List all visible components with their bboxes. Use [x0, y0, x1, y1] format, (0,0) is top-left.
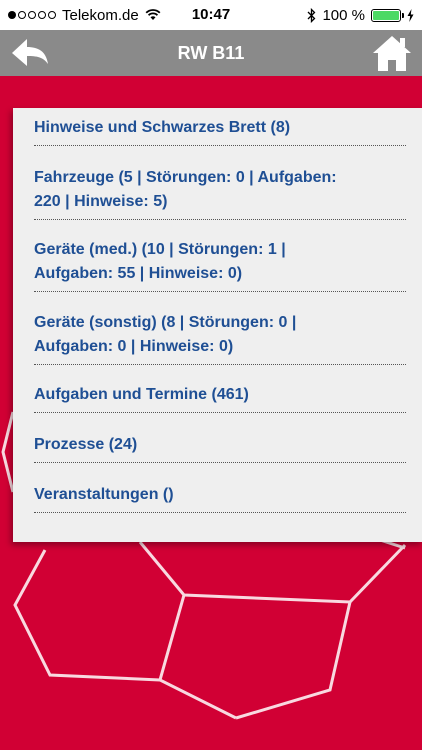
home-icon	[373, 36, 411, 71]
status-right: 100 %	[307, 0, 414, 30]
page-title: RW B11	[177, 43, 245, 63]
menu-item-label: Aufgaben und Termine (461)	[34, 386, 249, 403]
menu-item-fahrzeuge[interactable]: Fahrzeuge (5 | Störungen: 0 | Aufgaben: …	[34, 166, 406, 220]
menu-item-geraete-med[interactable]: Geräte (med.) (10 | Störungen: 1 | Aufga…	[34, 238, 406, 292]
battery-icon	[371, 8, 404, 22]
divider	[34, 364, 406, 365]
charging-bolt-icon	[407, 8, 414, 22]
menu-item-label: Hinweise und Schwarzes Brett (8)	[34, 119, 291, 136]
menu-item-hinweise[interactable]: Hinweise und Schwarzes Brett (8)	[34, 116, 406, 146]
menu-item-aufgaben-termine[interactable]: Aufgaben und Termine (461)	[34, 383, 406, 413]
divider	[34, 291, 406, 292]
divider	[34, 145, 406, 146]
menu-item-label-line2: Aufgaben: 55 | Hinweise: 0)	[34, 265, 243, 282]
menu-item-label-line2: Aufgaben: 0 | Hinweise: 0)	[34, 338, 234, 355]
menu-item-label-line1: Geräte (sonstig) (8 | Störungen: 0 |	[34, 314, 297, 331]
menu-item-label-line1: Geräte (med.) (10 | Störungen: 1 |	[34, 241, 286, 258]
divider	[34, 462, 406, 463]
menu-item-label: Veranstaltungen ()	[34, 486, 174, 503]
menu-panel: Hinweise und Schwarzes Brett (8) Fahrzeu…	[13, 108, 422, 542]
menu-item-prozesse[interactable]: Prozesse (24)	[34, 433, 406, 463]
bluetooth-icon	[307, 7, 316, 23]
battery-percent: 100 %	[322, 6, 365, 24]
status-bar: Telekom.de 10:47 100 %	[0, 0, 422, 30]
menu-item-label-line1: Fahrzeuge (5 | Störungen: 0 | Aufgaben:	[34, 169, 337, 186]
home-button[interactable]	[372, 34, 412, 72]
menu-item-veranstaltungen[interactable]: Veranstaltungen ()	[34, 483, 406, 513]
navigation-bar: RW B11	[0, 30, 422, 76]
menu-item-geraete-sonstig[interactable]: Geräte (sonstig) (8 | Störungen: 0 | Auf…	[34, 311, 406, 365]
menu-item-label-line2: 220 | Hinweise: 5)	[34, 193, 168, 210]
divider	[34, 412, 406, 413]
divider	[34, 512, 406, 513]
menu-item-label: Prozesse (24)	[34, 436, 138, 453]
divider	[34, 219, 406, 220]
